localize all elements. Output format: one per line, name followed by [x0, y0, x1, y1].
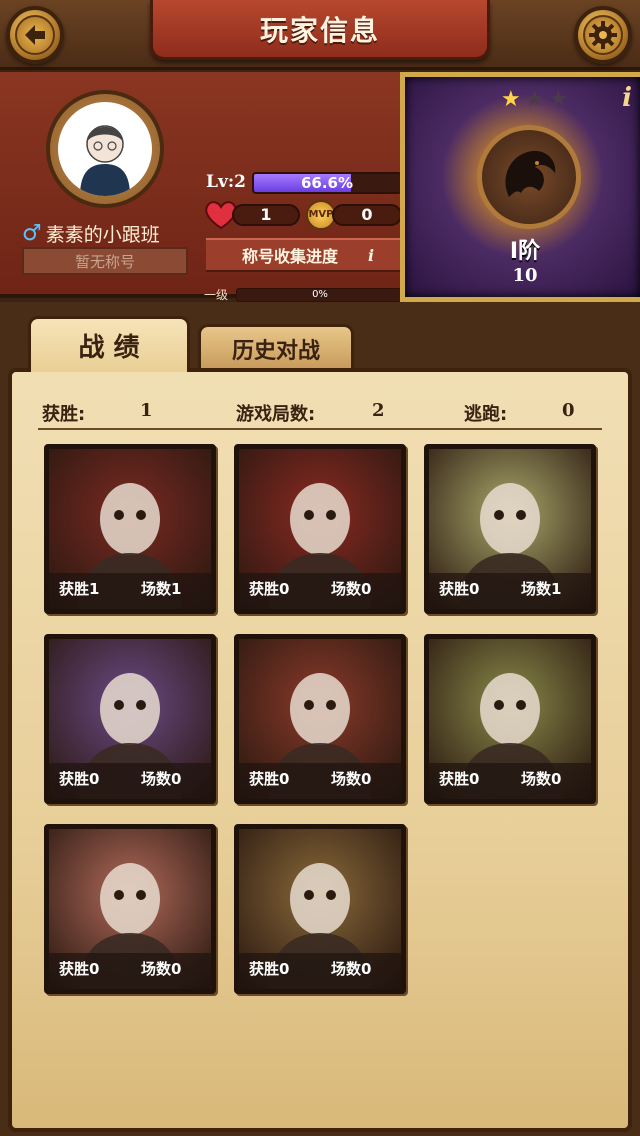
role-wins: 获胜0 [59, 770, 100, 788]
role-wins: 获胜0 [249, 770, 290, 788]
role-games: 场数0 [331, 960, 372, 978]
avatar[interactable] [58, 102, 152, 196]
likes-mvp-row: 1 MVP 0 [204, 200, 404, 230]
tab-record[interactable]: 战 绩 [28, 316, 190, 372]
title-collection-bar[interactable]: 称号收集进度 i [206, 238, 406, 272]
top-bar: 玩家信息 [0, 0, 640, 70]
level-progress-text: 66.6% [300, 174, 354, 192]
title-badge[interactable]: 暂无称号 [22, 247, 188, 275]
likes-count: 1 [232, 204, 300, 226]
role-wins: 获胜0 [249, 960, 290, 978]
rank-level-label: 一级 [204, 288, 229, 302]
star-empty-icon: ★ [524, 87, 545, 112]
level-label: Lv:2 [206, 172, 246, 192]
tab-history[interactable]: 历史对战 [198, 324, 354, 370]
page-title: 玩家信息 [259, 13, 380, 47]
rank-stars: ★ ★ ★ [501, 87, 568, 112]
role-card[interactable]: 获胜0 场数0 [44, 634, 216, 804]
player-name: 素素的小跟班 [45, 224, 160, 246]
role-card[interactable]: 获胜0 场数0 [44, 824, 216, 994]
title-collection-label: 称号收集进度 [242, 247, 339, 266]
role-games: 场数0 [521, 770, 562, 788]
role-games: 场数1 [521, 580, 562, 598]
mvp-count: 0 [332, 204, 402, 226]
role-games: 场数0 [141, 960, 182, 978]
rank-card[interactable]: ★ ★ ★ i Ⅰ阶 10 [400, 72, 640, 302]
male-icon: ♂ [22, 221, 42, 246]
rank-name: Ⅰ阶 [509, 239, 541, 264]
player-name-row: ♂ 素素的小跟班 [22, 220, 182, 247]
role-wins: 获胜0 [59, 960, 100, 978]
rank-level-percent: 0% [312, 289, 328, 300]
wins-value: 1 [140, 400, 153, 421]
back-button[interactable] [6, 6, 64, 64]
collection-info-icon[interactable]: i [368, 246, 374, 265]
records-panel: 战 绩 历史对战 获胜: 1 游戏局数: 2 逃跑: 0 获胜1 场数1 获胜0 场数… [0, 302, 640, 1136]
games-value: 2 [372, 400, 385, 421]
role-games: 场数0 [331, 580, 372, 598]
role-card[interactable]: 获胜0 场数0 [424, 634, 596, 804]
level-progress-bar: 66.6% [252, 172, 402, 194]
gear-icon [589, 21, 617, 49]
escape-value: 0 [562, 400, 575, 421]
avatar-frame [46, 90, 164, 208]
settings-button[interactable] [574, 6, 632, 64]
back-arrow-icon [25, 25, 45, 45]
role-wins: 获胜1 [59, 580, 100, 598]
star-empty-icon: ★ [548, 87, 569, 112]
wins-label: 获胜: [42, 404, 86, 425]
stats-row: 获胜: 1 游戏局数: 2 逃跑: 0 [38, 396, 628, 426]
escape-label: 逃跑: [464, 404, 508, 425]
role-wins: 获胜0 [439, 770, 480, 788]
role-card[interactable]: 获胜0 场数0 [234, 824, 406, 994]
role-games: 场数1 [141, 580, 182, 598]
star-filled-icon: ★ [501, 87, 521, 112]
avatar-image [80, 125, 130, 196]
stats-divider [38, 428, 602, 430]
role-card[interactable]: 获胜0 场数1 [424, 444, 596, 614]
rank-info-icon[interactable]: i [622, 83, 632, 113]
profile-panel: ♂ 素素的小跟班 暂无称号 Lv:2 66.6% 1 MVP 0 称号收集进度 … [0, 72, 430, 346]
records-paper: 获胜: 1 游戏局数: 2 逃跑: 0 获胜1 场数1 获胜0 场数0 获胜0 场数1 获胜… [8, 368, 632, 1132]
role-card[interactable]: 获胜0 场数0 [234, 444, 406, 614]
page-title-banner: 玩家信息 [150, 0, 490, 60]
games-label: 游戏局数: [236, 404, 316, 425]
role-wins: 获胜0 [249, 580, 290, 598]
dragon-icon [505, 150, 556, 197]
role-card[interactable]: 获胜0 场数0 [234, 634, 406, 804]
role-wins: 获胜0 [439, 580, 480, 598]
role-games: 场数0 [141, 770, 182, 788]
rank-emblem [477, 125, 581, 229]
rank-points: 10 [512, 265, 538, 286]
role-card[interactable]: 获胜1 场数1 [44, 444, 216, 614]
role-games: 场数0 [331, 770, 372, 788]
